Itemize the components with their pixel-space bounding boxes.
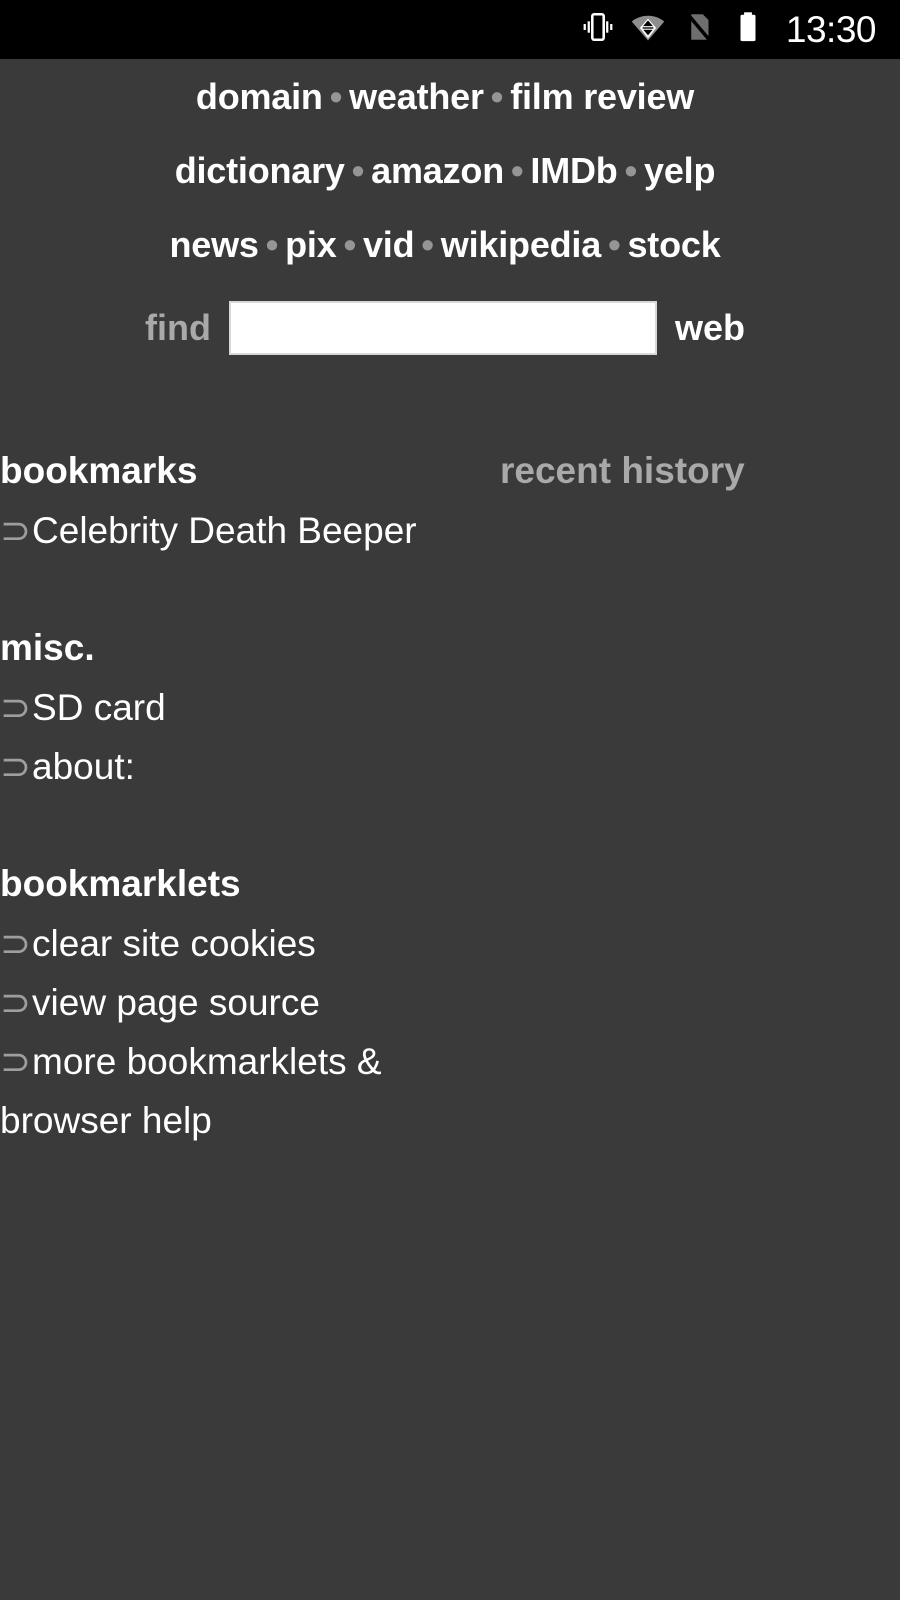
nav-link-vid[interactable]: vid xyxy=(363,224,415,265)
list-item[interactable]: ⊃view page source xyxy=(0,973,430,1032)
nav-separator: • xyxy=(624,150,638,191)
section-title-bookmarks: bookmarks xyxy=(0,450,198,491)
nav-separator: • xyxy=(608,224,621,265)
nav-link-film-review[interactable]: film review xyxy=(510,76,694,117)
section-bookmarks: bookmarks recent history ⊃Celebrity Deat… xyxy=(0,441,900,560)
section-header: bookmarklets xyxy=(0,854,900,914)
bookmarks-list: ⊃Celebrity Death Beeper xyxy=(0,501,900,560)
battery-full-icon xyxy=(730,9,766,50)
nav-link-news[interactable]: news xyxy=(169,224,258,265)
section-header: misc. xyxy=(0,618,900,678)
quick-search-nav: domain • weather • film review dictionary • am… xyxy=(0,59,900,263)
bookmarklets-list: ⊃clear site cookies ⊃view page source ⊃m… xyxy=(0,914,900,1150)
bookmarklet-link-view-page-source[interactable]: view page source xyxy=(32,982,320,1023)
status-bar-clock: 13:30 xyxy=(785,9,877,50)
sections-list: bookmarks recent history ⊃Celebrity Deat… xyxy=(0,441,900,1150)
list-item[interactable]: ⊃about: xyxy=(0,737,430,796)
bookmarklet-link-more-bookmarklets-browser-help[interactable]: more bookmarklets & browser help xyxy=(0,1041,382,1141)
nav-link-wikipedia[interactable]: wikipedia xyxy=(441,224,601,265)
nav-link-yelp[interactable]: yelp xyxy=(644,150,715,191)
bookmarklet-link-clear-site-cookies[interactable]: clear site cookies xyxy=(32,923,316,964)
nav-separator: • xyxy=(329,76,343,117)
nav-separator: • xyxy=(490,76,504,117)
section-title-misc: misc. xyxy=(0,627,95,668)
misc-link-about[interactable]: about: xyxy=(32,746,135,787)
list-item[interactable]: ⊃clear site cookies xyxy=(0,914,430,973)
find-label: find xyxy=(145,307,211,348)
web-search-button[interactable]: web xyxy=(675,310,745,346)
nav-link-dictionary[interactable]: dictionary xyxy=(175,150,345,191)
section-misc: misc. ⊃SD card ⊃about: xyxy=(0,618,900,796)
vibrate-icon xyxy=(580,9,616,50)
bookmark-link-celebrity-death-beeper[interactable]: Celebrity Death Beeper xyxy=(32,510,417,551)
wifi-icon xyxy=(630,9,666,50)
superset-bullet-icon: ⊃ xyxy=(0,746,32,787)
section-divider xyxy=(0,796,900,854)
section-divider xyxy=(0,560,900,618)
section-title-bookmarklets: bookmarklets xyxy=(0,863,241,904)
list-item[interactable]: ⊃Celebrity Death Beeper xyxy=(0,501,430,560)
nav-row-1: domain • weather • film review xyxy=(0,79,900,115)
nav-row-3: news • pix • vid • wikipedia • stock xyxy=(0,227,900,263)
superset-bullet-icon: ⊃ xyxy=(0,982,32,1023)
find-bar: find web xyxy=(0,301,900,355)
search-input[interactable] xyxy=(228,301,657,355)
status-icon-tray xyxy=(580,9,766,50)
superset-bullet-icon: ⊃ xyxy=(0,923,32,964)
recent-history-link[interactable]: recent history xyxy=(500,441,745,501)
list-item[interactable]: ⊃more bookmarklets & browser help xyxy=(0,1032,430,1150)
misc-link-sd-card[interactable]: SD card xyxy=(32,687,166,728)
nav-separator: • xyxy=(343,224,357,265)
nav-separator: • xyxy=(351,150,365,191)
section-bookmarklets: bookmarklets ⊃clear site cookies ⊃view p… xyxy=(0,854,900,1150)
status-bar: 13:30 xyxy=(0,0,900,59)
nav-separator: • xyxy=(421,224,434,265)
nav-row-2: dictionary • amazon • IMDb • yelp xyxy=(0,153,900,189)
browser-start-page: domain • weather • film review dictionary • am… xyxy=(0,59,900,1600)
nav-link-domain[interactable]: domain xyxy=(196,76,323,117)
section-header: bookmarks recent history xyxy=(0,441,900,501)
superset-bullet-icon: ⊃ xyxy=(0,687,32,728)
nav-separator: • xyxy=(265,224,279,265)
superset-bullet-icon: ⊃ xyxy=(0,1041,32,1082)
misc-list: ⊃SD card ⊃about: xyxy=(0,678,900,796)
nav-link-stock[interactable]: stock xyxy=(627,224,720,265)
superset-bullet-icon: ⊃ xyxy=(0,510,32,551)
nav-link-weather[interactable]: weather xyxy=(349,76,484,117)
nav-link-pix[interactable]: pix xyxy=(285,224,337,265)
nav-link-imdb[interactable]: IMDb xyxy=(530,150,617,191)
nav-link-amazon[interactable]: amazon xyxy=(371,150,504,191)
no-sim-icon xyxy=(680,9,716,50)
page-content: domain • weather • film review dictionary • am… xyxy=(0,59,900,1150)
list-item[interactable]: ⊃SD card xyxy=(0,678,430,737)
nav-separator: • xyxy=(511,150,524,191)
